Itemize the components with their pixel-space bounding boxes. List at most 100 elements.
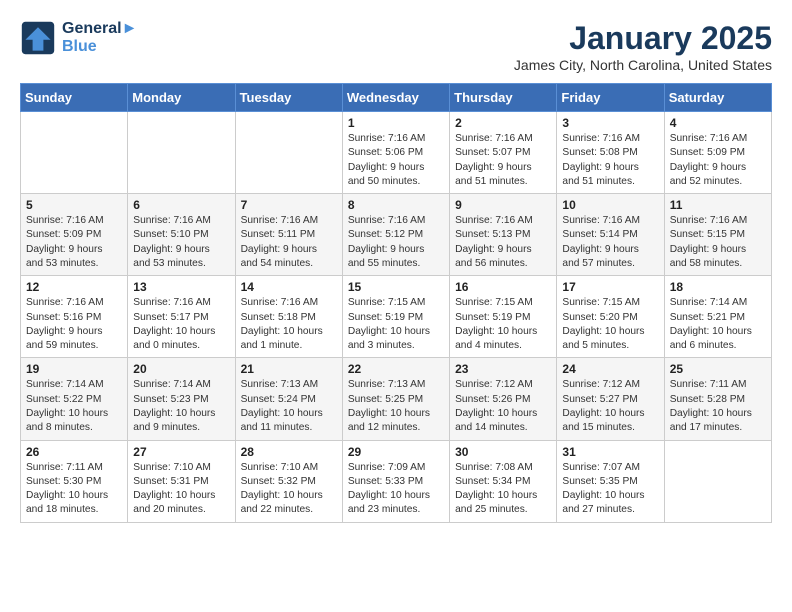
day-cell: 30 Sunrise: 7:08 AM Sunset: 5:34 PM Dayli… [450, 440, 557, 522]
day-detail: Sunrise: 7:16 AM Sunset: 5:17 PM Dayligh… [133, 296, 229, 353]
day-cell: 25Sunrise: 7:11 AM Sunset: 5:28 PM Dayli… [664, 358, 771, 440]
day-header-saturday: Saturday [664, 84, 771, 112]
location-title: James City, North Carolina, United State… [514, 57, 772, 73]
header-row: SundayMondayTuesdayWednesdayThursdayFrid… [21, 84, 772, 112]
day-number: 23 [455, 362, 551, 376]
day-detail: Sunrise: 7:16 AM Sunset: 5:11 PM Dayligh… [241, 214, 337, 271]
day-number: 2 [455, 116, 551, 130]
day-cell: 6 Sunrise: 7:16 AM Sunset: 5:10 PM Daylig… [128, 194, 235, 276]
day-cell: 27 Sunrise: 7:10 AM Sunset: 5:31 PM Dayli… [128, 440, 235, 522]
day-number: 17 [562, 280, 658, 294]
day-number: 16 [455, 280, 551, 294]
day-cell: 22Sunrise: 7:13 AM Sunset: 5:25 PM Dayli… [342, 358, 449, 440]
day-cell: 1Sunrise: 7:16 AM Sunset: 5:06 PM Daylig… [342, 112, 449, 194]
day-header-wednesday: Wednesday [342, 84, 449, 112]
day-cell [664, 440, 771, 522]
day-number: 11 [670, 198, 766, 212]
day-number: 24 [562, 362, 658, 376]
day-detail: Sunrise: 7:12 AM Sunset: 5:26 PM Dayligh… [455, 378, 551, 435]
page-header: General► Blue January 2025 James City, N… [20, 20, 772, 73]
day-number: 12 [26, 280, 122, 294]
day-cell: 31 Sunrise: 7:07 AM Sunset: 5:35 PM Dayli… [557, 440, 664, 522]
day-detail: Sunrise: 7:16 AM Sunset: 5:09 PM Dayligh… [670, 132, 766, 189]
week-row-1: 1Sunrise: 7:16 AM Sunset: 5:06 PM Daylig… [21, 112, 772, 194]
day-cell: 7 Sunrise: 7:16 AM Sunset: 5:11 PM Daylig… [235, 194, 342, 276]
day-detail: Sunrise: 7:16 AM Sunset: 5:06 PM Dayligh… [348, 132, 444, 189]
day-cell: 11 Sunrise: 7:16 AM Sunset: 5:15 PM Dayli… [664, 194, 771, 276]
day-number: 20 [133, 362, 229, 376]
day-cell: 21 Sunrise: 7:13 AM Sunset: 5:24 PM Dayli… [235, 358, 342, 440]
day-number: 25 [670, 362, 766, 376]
day-detail: Sunrise: 7:14 AM Sunset: 5:21 PM Dayligh… [670, 296, 766, 353]
day-detail: Sunrise: 7:15 AM Sunset: 5:19 PM Dayligh… [455, 296, 551, 353]
day-number: 30 [455, 445, 551, 459]
day-number: 3 [562, 116, 658, 130]
day-detail: Sunrise: 7:16 AM Sunset: 5:16 PM Dayligh… [26, 296, 122, 353]
day-detail: Sunrise: 7:16 AM Sunset: 5:15 PM Dayligh… [670, 214, 766, 271]
day-cell: 23 Sunrise: 7:12 AM Sunset: 5:26 PM Dayli… [450, 358, 557, 440]
day-cell: 4Sunrise: 7:16 AM Sunset: 5:09 PM Daylig… [664, 112, 771, 194]
calendar-table: SundayMondayTuesdayWednesdayThursdayFrid… [20, 83, 772, 523]
logo-text: General► Blue [62, 20, 137, 56]
day-detail: Sunrise: 7:16 AM Sunset: 5:09 PM Dayligh… [26, 214, 122, 271]
day-detail: Sunrise: 7:07 AM Sunset: 5:35 PM Dayligh… [562, 461, 658, 518]
day-detail: Sunrise: 7:16 AM Sunset: 5:13 PM Dayligh… [455, 214, 551, 271]
day-cell: 15 Sunrise: 7:15 AM Sunset: 5:19 PM Dayli… [342, 276, 449, 358]
day-number: 8 [348, 198, 444, 212]
day-cell: 16 Sunrise: 7:15 AM Sunset: 5:19 PM Dayli… [450, 276, 557, 358]
day-number: 10 [562, 198, 658, 212]
day-cell: 8Sunrise: 7:16 AM Sunset: 5:12 PM Daylig… [342, 194, 449, 276]
day-detail: Sunrise: 7:10 AM Sunset: 5:31 PM Dayligh… [133, 461, 229, 518]
day-detail: Sunrise: 7:11 AM Sunset: 5:30 PM Dayligh… [26, 461, 122, 518]
day-detail: Sunrise: 7:16 AM Sunset: 5:07 PM Dayligh… [455, 132, 551, 189]
day-cell: 3 Sunrise: 7:16 AM Sunset: 5:08 PM Daylig… [557, 112, 664, 194]
title-block: January 2025 James City, North Carolina,… [514, 20, 772, 73]
day-number: 29 [348, 445, 444, 459]
day-detail: Sunrise: 7:15 AM Sunset: 5:20 PM Dayligh… [562, 296, 658, 353]
day-cell: 24 Sunrise: 7:12 AM Sunset: 5:27 PM Dayli… [557, 358, 664, 440]
day-number: 15 [348, 280, 444, 294]
day-detail: Sunrise: 7:16 AM Sunset: 5:08 PM Dayligh… [562, 132, 658, 189]
day-cell [128, 112, 235, 194]
day-detail: Sunrise: 7:14 AM Sunset: 5:22 PM Dayligh… [26, 378, 122, 435]
day-detail: Sunrise: 7:08 AM Sunset: 5:34 PM Dayligh… [455, 461, 551, 518]
day-number: 9 [455, 198, 551, 212]
day-cell: 5 Sunrise: 7:16 AM Sunset: 5:09 PM Daylig… [21, 194, 128, 276]
day-cell: 9 Sunrise: 7:16 AM Sunset: 5:13 PM Daylig… [450, 194, 557, 276]
day-detail: Sunrise: 7:12 AM Sunset: 5:27 PM Dayligh… [562, 378, 658, 435]
day-number: 22 [348, 362, 444, 376]
day-header-sunday: Sunday [21, 84, 128, 112]
day-cell: 18Sunrise: 7:14 AM Sunset: 5:21 PM Dayli… [664, 276, 771, 358]
day-detail: Sunrise: 7:09 AM Sunset: 5:33 PM Dayligh… [348, 461, 444, 518]
day-detail: Sunrise: 7:16 AM Sunset: 5:14 PM Dayligh… [562, 214, 658, 271]
day-number: 27 [133, 445, 229, 459]
day-header-tuesday: Tuesday [235, 84, 342, 112]
week-row-3: 12 Sunrise: 7:16 AM Sunset: 5:16 PM Dayli… [21, 276, 772, 358]
day-header-friday: Friday [557, 84, 664, 112]
day-cell [235, 112, 342, 194]
day-cell: 13 Sunrise: 7:16 AM Sunset: 5:17 PM Dayli… [128, 276, 235, 358]
day-cell [21, 112, 128, 194]
day-number: 7 [241, 198, 337, 212]
week-row-2: 5 Sunrise: 7:16 AM Sunset: 5:09 PM Daylig… [21, 194, 772, 276]
day-cell: 28 Sunrise: 7:10 AM Sunset: 5:32 PM Dayli… [235, 440, 342, 522]
day-number: 13 [133, 280, 229, 294]
day-number: 21 [241, 362, 337, 376]
day-detail: Sunrise: 7:14 AM Sunset: 5:23 PM Dayligh… [133, 378, 229, 435]
day-detail: Sunrise: 7:16 AM Sunset: 5:10 PM Dayligh… [133, 214, 229, 271]
day-detail: Sunrise: 7:13 AM Sunset: 5:24 PM Dayligh… [241, 378, 337, 435]
day-detail: Sunrise: 7:10 AM Sunset: 5:32 PM Dayligh… [241, 461, 337, 518]
day-number: 31 [562, 445, 658, 459]
day-detail: Sunrise: 7:15 AM Sunset: 5:19 PM Dayligh… [348, 296, 444, 353]
week-row-4: 19Sunrise: 7:14 AM Sunset: 5:22 PM Dayli… [21, 358, 772, 440]
day-cell: 17 Sunrise: 7:15 AM Sunset: 5:20 PM Dayli… [557, 276, 664, 358]
day-cell: 29 Sunrise: 7:09 AM Sunset: 5:33 PM Dayli… [342, 440, 449, 522]
day-number: 5 [26, 198, 122, 212]
day-number: 26 [26, 445, 122, 459]
day-number: 28 [241, 445, 337, 459]
logo: General► Blue [20, 20, 137, 56]
logo-icon [20, 20, 56, 56]
day-cell: 14Sunrise: 7:16 AM Sunset: 5:18 PM Dayli… [235, 276, 342, 358]
day-header-monday: Monday [128, 84, 235, 112]
day-number: 6 [133, 198, 229, 212]
